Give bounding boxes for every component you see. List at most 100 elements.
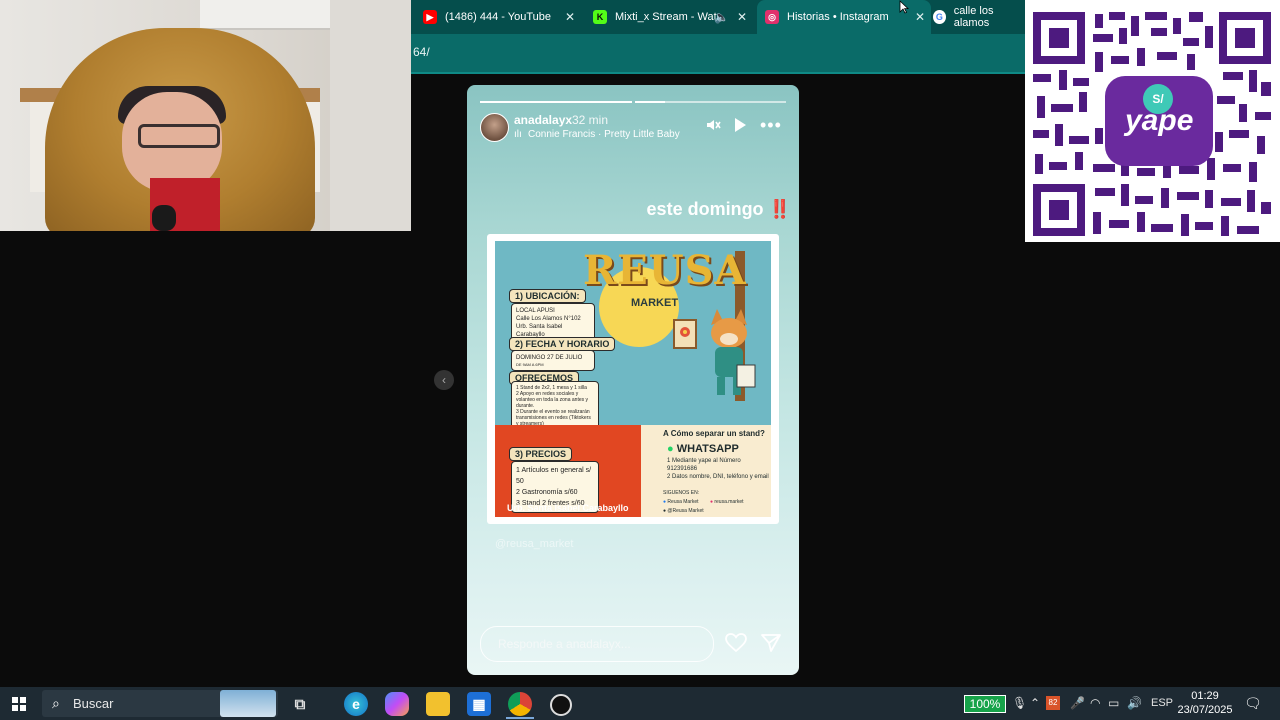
poster-section-box: 1 Stand de 2x2, 1 mesa y 1 silla 2 Apoyo…	[511, 381, 599, 431]
battery-percentage[interactable]: 100%	[964, 695, 1006, 713]
browser-tab-bar: ▶ (1486) 444 - YouTube ✕ K Mixti_x Strea…	[411, 0, 1025, 34]
poster-whatsapp-label: WHATSAPP	[676, 443, 739, 455]
poster-line: Calle Los Alamos N°102	[516, 316, 581, 322]
chrome-icon[interactable]	[508, 692, 532, 716]
yape-logo: S/ yape	[1121, 84, 1194, 146]
play-icon[interactable]	[733, 117, 747, 138]
more-options-icon[interactable]: •••	[760, 115, 782, 136]
task-view-icon[interactable]: ⧉	[288, 692, 312, 716]
tab-title: calle los alamos	[953, 5, 994, 29]
story-watermark: @reusa_market	[495, 538, 574, 550]
poster-subtitle: MARKET	[631, 297, 679, 309]
chevron-left-icon: ‹	[442, 373, 446, 387]
poster-line: DE 9AM A 6PM	[516, 362, 544, 367]
story-song[interactable]: ılı Connie Francis · Pretty Little Baby	[514, 129, 680, 140]
poster-social-instagram: reusa.market	[714, 499, 744, 505]
tab-title: Mixti_x Stream - Watc	[615, 11, 723, 23]
webcam-glasses	[138, 124, 220, 148]
instagram-icon: ◎	[765, 10, 779, 24]
poster-social-tiktok: @Reusa Market	[667, 508, 704, 514]
tab-youtube[interactable]: ▶ (1486) 444 - YouTube ✕	[423, 0, 581, 34]
poster-social-facebook: Reusa Market	[667, 499, 699, 505]
poster-social: SIGUENOS EN: ● Reusa Market ● reusa.mark…	[663, 489, 744, 516]
microphone-tray-icon[interactable]: 🎤	[1070, 696, 1085, 710]
poster-line: DOMINGO 27 DE JULIO	[516, 355, 583, 361]
kick-icon: K	[593, 10, 607, 24]
poster-social-row: ● @Reusa Market	[663, 507, 744, 516]
close-icon[interactable]: ✕	[915, 10, 925, 24]
poster-stand-question: A Cómo separar un stand?	[663, 429, 765, 438]
wifi-icon[interactable]: ◠	[1090, 696, 1100, 710]
battery-icon[interactable]: ▭	[1108, 696, 1119, 710]
poster-line: 2 Gastronomía s/60	[516, 489, 578, 496]
heart-icon[interactable]	[725, 633, 747, 658]
event-poster: REUSA MARKET 1) UBICACIÓN: LOCAL APUSI C…	[487, 234, 779, 524]
search-icon: ⌕	[52, 695, 60, 711]
chrome-active-indicator	[506, 717, 534, 719]
windows-start-icon[interactable]	[12, 697, 26, 711]
reply-input[interactable]: Responde a anadalayx...	[480, 626, 714, 662]
poster-flower-frame	[673, 319, 697, 349]
instagram-story: anadalayx 32 min ılı Connie Francis · Pre…	[467, 85, 799, 675]
previous-story-button[interactable]: ‹	[434, 370, 454, 390]
tab-kick[interactable]: K Mixti_x Stream - Watc 🔈 ✕	[593, 0, 753, 34]
search-label: Buscar	[73, 696, 114, 711]
copilot-icon[interactable]	[385, 692, 409, 716]
story-caption: este domingo ‼️	[647, 199, 791, 220]
tray-badge[interactable]: 82	[1046, 696, 1060, 710]
mouse-cursor-icon	[899, 0, 909, 14]
notification-icon[interactable]: 🗨	[1244, 695, 1262, 712]
caption-text: este domingo	[646, 199, 764, 219]
reply-placeholder: Responde a anadalayx...	[498, 637, 631, 651]
microphone-icon[interactable]: 🎙	[1012, 696, 1027, 710]
poster-whatsapp-details: 1 Mediante yape al Número 912391686 2 Da…	[667, 457, 771, 481]
poster-line: 1 Artículos en general s/ 50	[516, 467, 592, 485]
google-icon: G	[933, 10, 946, 24]
whatsapp-icon: ●	[667, 443, 674, 455]
double-exclamation-icon: ‼️	[768, 199, 791, 219]
clock-time: 01:29	[1191, 690, 1219, 702]
mute-icon[interactable]	[705, 117, 721, 138]
close-icon[interactable]: ✕	[737, 10, 747, 24]
tab-google[interactable]: G calle los alamos	[933, 0, 1025, 34]
send-icon[interactable]	[761, 633, 781, 658]
file-explorer-icon[interactable]	[426, 692, 450, 716]
poster-line: LOCAL APUSI	[516, 308, 555, 314]
search-highlight-image	[220, 690, 276, 717]
webcam-fridge	[330, 0, 411, 231]
tiktok-icon: ●	[663, 508, 667, 514]
poster-line: 2 Apoyo en redes sociales y volanteo en …	[516, 391, 588, 409]
poster-line: 2 Datos nombre, DNI, teléfono y email	[667, 474, 769, 480]
avatar[interactable]	[480, 113, 509, 142]
poster-line: 1 Mediante yape al Número 912391686	[667, 458, 741, 472]
obs-icon[interactable]	[550, 694, 572, 716]
taskbar-clock[interactable]: 01:29 23/07/2025	[1176, 689, 1234, 717]
speaker-icon[interactable]: 🔈	[714, 10, 729, 24]
music-bars-icon: ılı	[514, 129, 522, 140]
story-progress-2	[635, 101, 786, 103]
poster-fox-mascot	[711, 309, 756, 395]
language-indicator[interactable]: ESP	[1151, 697, 1173, 709]
poster-social-row: ● Reusa Market ● reusa.market	[663, 498, 744, 507]
poster-social-heading: SIGUENOS EN:	[663, 490, 700, 496]
story-time: 32 min	[572, 113, 609, 127]
tab-title: Historias • Instagram	[787, 11, 889, 23]
close-icon[interactable]: ✕	[565, 10, 575, 24]
instagram-icon: ●	[709, 499, 713, 505]
poster-title: REUSA	[583, 247, 747, 294]
yape-qr-code: S/ yape	[1025, 0, 1280, 242]
address-bar[interactable]: 64/	[411, 34, 1025, 74]
yape-wordmark: yape	[1125, 104, 1194, 137]
poster-image: REUSA MARKET 1) UBICACIÓN: LOCAL APUSI C…	[495, 241, 771, 517]
taskbar-search[interactable]: ⌕ Buscar	[42, 690, 278, 717]
edge-icon[interactable]: e	[344, 692, 368, 716]
store-icon[interactable]: ▦	[467, 692, 491, 716]
volume-icon[interactable]: 🔊	[1127, 696, 1142, 710]
youtube-icon: ▶	[423, 10, 437, 24]
chevron-up-icon[interactable]: ⌃	[1030, 696, 1040, 710]
url-text: 64/	[413, 45, 430, 59]
windows-taskbar: ⌕ Buscar ⧉ e ▦ 100% 🎙 ⌃ 82 🎤 ◠ ▭ 🔊 ESP 0…	[0, 687, 1280, 720]
poster-section-heading: 1) UBICACIÓN:	[509, 289, 586, 303]
song-label: Connie Francis · Pretty Little Baby	[528, 129, 680, 140]
story-username[interactable]: anadalayx	[514, 113, 572, 127]
